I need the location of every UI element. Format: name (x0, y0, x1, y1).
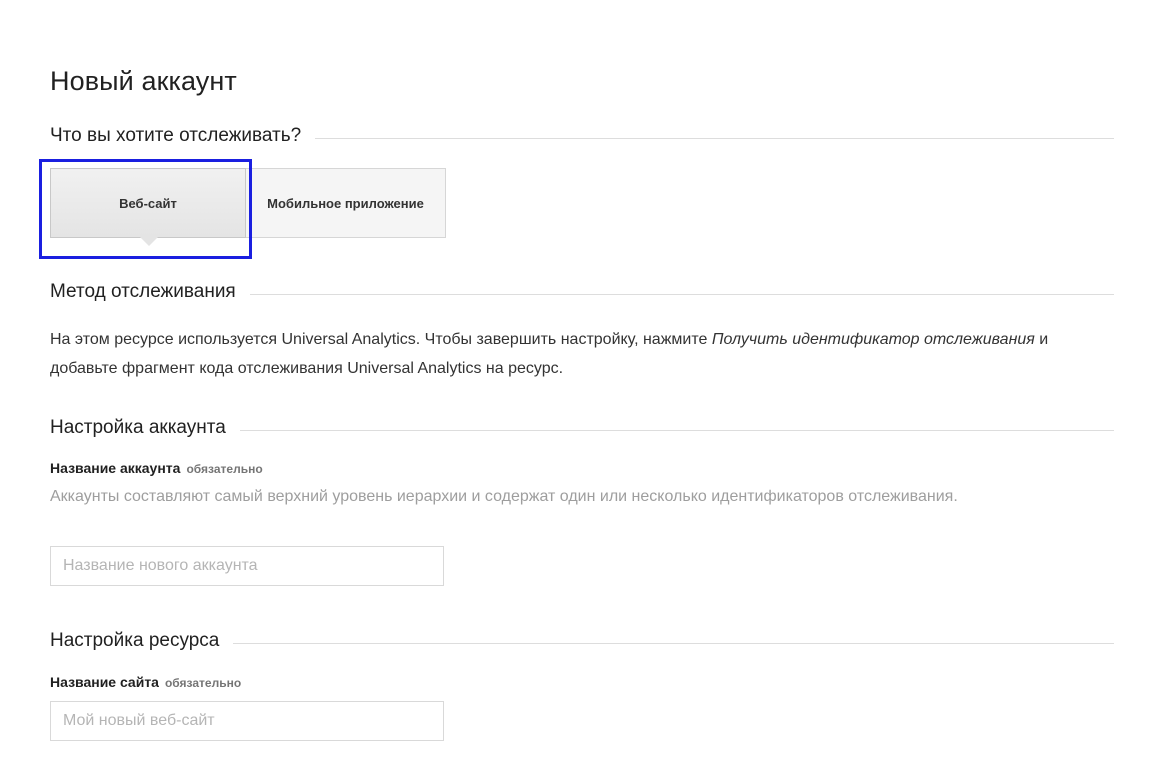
mobile-app-option-label: Мобильное приложение (267, 195, 424, 211)
account-name-required-badge: обязательно (186, 462, 263, 476)
tracking-method-description: На этом ресурсе используется Universal A… (50, 325, 1090, 383)
site-name-label: Название сайта обязательно (50, 674, 241, 690)
new-account-page: Новый аккаунт Что вы хотите отслеживать?… (0, 0, 1160, 771)
site-name-input[interactable] (50, 701, 444, 741)
website-option-label: Веб-сайт (119, 195, 177, 211)
account-name-label: Название аккаунта обязательно (50, 460, 263, 476)
account-name-help-text: Аккаунты составляют самый верхний уровен… (50, 488, 958, 505)
method-text-emphasis: Получить идентификатор отслеживания (711, 331, 1035, 348)
account-name-input[interactable] (50, 546, 444, 586)
section-divider (249, 293, 1114, 295)
section-title-track-what: Что вы хотите отслеживать? (50, 125, 302, 146)
section-header-track-what: Что вы хотите отслеживать? (50, 123, 1114, 149)
website-option-button[interactable]: Веб-сайт (50, 168, 246, 246)
section-header-property-setup: Настройка ресурса (50, 628, 1114, 654)
page-title: Новый аккаунт (50, 66, 237, 96)
section-divider (315, 137, 1114, 139)
site-name-required-badge: обязательно (164, 676, 242, 690)
selected-pointer-icon (140, 237, 158, 246)
method-text-before: На этом ресурсе используется Universal A… (50, 331, 712, 348)
section-header-tracking-method: Метод отслеживания (50, 279, 1114, 305)
section-divider (239, 429, 1114, 431)
section-header-account-setup: Настройка аккаунта (50, 415, 1114, 441)
section-title-account-setup: Настройка аккаунта (50, 417, 226, 438)
section-divider (233, 642, 1114, 644)
section-title-tracking-method: Метод отслеживания (50, 281, 236, 302)
section-title-property-setup: Настройка ресурса (50, 630, 220, 651)
site-name-label-text: Название сайта (50, 674, 159, 690)
account-name-label-text: Название аккаунта (50, 460, 181, 476)
tracking-type-selector: Веб-сайт Мобильное приложение (50, 168, 446, 246)
mobile-app-option-button[interactable]: Мобильное приложение (246, 168, 446, 238)
